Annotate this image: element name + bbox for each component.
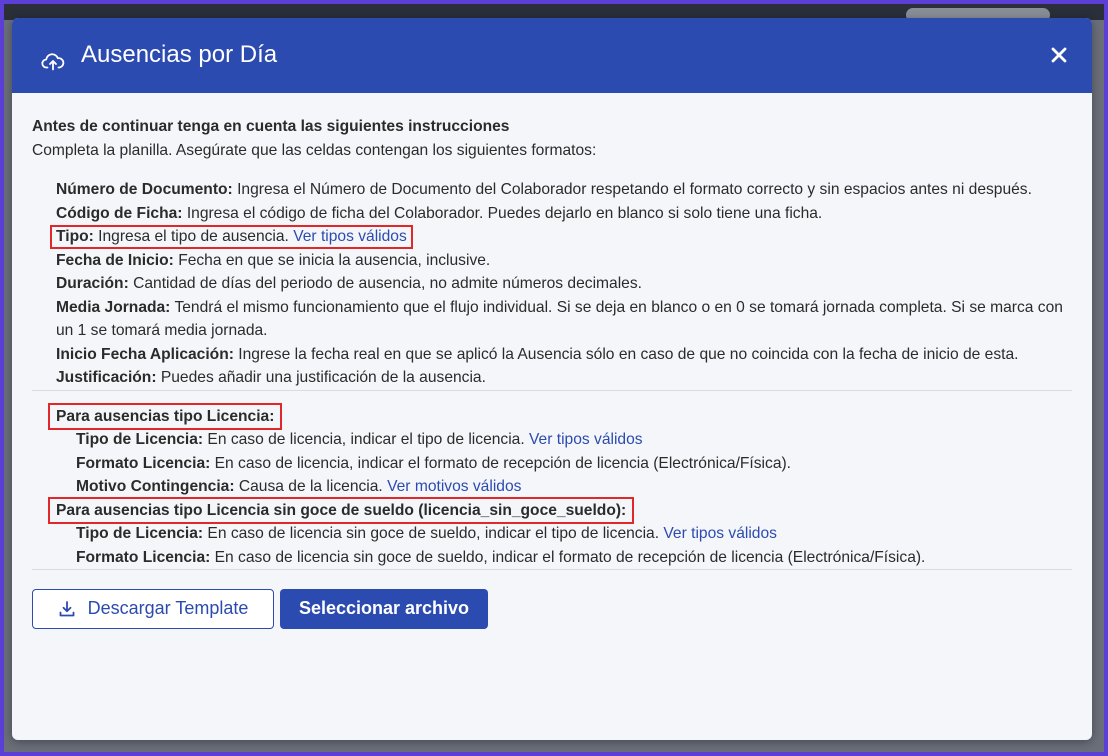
field-justificacion: Justificación: Puedes añadir una justifi… <box>56 366 1072 390</box>
field-duracion: Duración: Cantidad de días del periodo d… <box>56 272 1072 296</box>
absences-modal: Ausencias por Día Antes de continuar ten… <box>12 18 1092 740</box>
close-icon[interactable] <box>1046 42 1072 68</box>
licencia-tipo: Tipo de Licencia: En caso de licencia, i… <box>76 428 1072 452</box>
field-label: Tipo: <box>56 228 94 245</box>
highlight-box-tipo: Tipo: Ingresa el tipo de ausencia. Ver t… <box>50 225 413 249</box>
field-label: Tipo de Licencia: <box>76 525 204 542</box>
modal-body: Antes de continuar tenga en cuenta las s… <box>12 93 1092 629</box>
field-codigo-ficha: Código de Ficha: Ingresa el código de fi… <box>56 202 1072 226</box>
licencia-formato: Formato Licencia: En caso de licencia, i… <box>76 452 1072 476</box>
highlight-box-licencia-sin-goce: Para ausencias tipo Licencia sin goce de… <box>47 496 635 524</box>
field-label: Fecha de Inicio: <box>56 251 174 269</box>
field-label: Media Jornada: <box>56 298 171 316</box>
download-icon <box>59 601 75 617</box>
instructions-text: Completa la planilla. Asegúrate que las … <box>32 141 597 159</box>
modal-title: Ausencias por Día <box>81 41 278 68</box>
field-description: Tendrá el mismo funcionamiento que el fl… <box>56 298 1063 340</box>
modal-footer: Descargar Template Seleccionar archivo <box>32 570 1072 629</box>
instructions-title: Antes de continuar tenga en cuenta las s… <box>32 118 510 135</box>
licencia-sin-goce-items: Tipo de Licencia: En caso de licencia si… <box>56 522 1072 569</box>
field-description: En caso de licencia, indicar el tipo de … <box>203 431 530 448</box>
licencia-ver-tipos-link[interactable]: Ver tipos válidos <box>529 431 643 448</box>
license-sections: Para ausencias tipo Licencia: Tipo de Li… <box>32 402 1072 570</box>
field-description: En caso de licencia sin goce de sueldo, … <box>210 548 926 566</box>
field-description: Causa de la licencia. <box>234 478 388 495</box>
field-description: Ingresa el código de ficha del Colaborad… <box>182 204 823 222</box>
select-file-button[interactable]: Seleccionar archivo <box>280 589 488 629</box>
field-description: Cantidad de días del periodo de ausencia… <box>128 275 642 292</box>
field-description: Ingresa el Número de Documento del Colab… <box>232 181 1032 198</box>
field-label: Número de Documento: <box>56 181 233 198</box>
ver-tipos-validos-link[interactable]: Ver tipos válidos <box>293 228 407 245</box>
field-fecha-inicio: Fecha de Inicio: Fecha en que se inicia … <box>56 249 1072 273</box>
field-label: Motivo Contingencia: <box>76 478 235 495</box>
field-description: Fecha en que se inicia la ausencia, incl… <box>173 251 491 269</box>
licencia-sin-goce-tipo: Tipo de Licencia: En caso de licencia si… <box>76 522 1072 546</box>
licencia-motivo: Motivo Contingencia: Causa de la licenci… <box>76 475 1072 499</box>
field-list: Número de Documento: Ingresa el Número d… <box>32 178 1072 390</box>
licencia-sin-goce-heading: Para ausencias tipo Licencia sin goce de… <box>47 496 1072 524</box>
field-description: En caso de licencia, indicar el formato … <box>210 454 792 472</box>
field-description: Puedes añadir una justificación de la au… <box>156 369 486 386</box>
field-numero-documento: Número de Documento: Ingresa el Número d… <box>56 178 1072 202</box>
cloud-upload-icon <box>41 53 65 71</box>
highlight-box-licencia: Para ausencias tipo Licencia: <box>47 402 283 430</box>
licencia-items: Tipo de Licencia: En caso de licencia, i… <box>56 428 1072 499</box>
download-template-button[interactable]: Descargar Template <box>32 589 274 629</box>
licencia-sin-goce-formato: Formato Licencia: En caso de licencia si… <box>76 546 1072 570</box>
modal-header: Ausencias por Día <box>12 18 1092 93</box>
field-label: Formato Licencia: <box>76 454 211 472</box>
field-description: Ingrese la fecha real en que se aplicó l… <box>233 345 1019 363</box>
field-label: Duración: <box>56 275 129 292</box>
licencia-heading: Para ausencias tipo Licencia: <box>47 402 1072 430</box>
field-label: Tipo de Licencia: <box>76 431 204 448</box>
field-description: Ingresa el tipo de ausencia. <box>93 228 294 245</box>
field-label: Justificación: <box>56 369 157 386</box>
licencia-ver-motivos-link[interactable]: Ver motivos válidos <box>387 478 521 495</box>
field-label: Inicio Fecha Aplicación: <box>56 345 234 363</box>
field-inicio-fecha-aplicacion: Inicio Fecha Aplicación: Ingrese la fech… <box>56 343 1072 367</box>
field-tipo: Tipo: Ingresa el tipo de ausencia. Ver t… <box>50 225 1072 249</box>
download-template-label: Descargar Template <box>87 598 249 619</box>
field-label: Código de Ficha: <box>56 204 183 222</box>
field-description: En caso de licencia sin goce de sueldo, … <box>203 525 664 542</box>
divider <box>32 389 1072 391</box>
field-media-jornada: Media Jornada: Tendrá el mismo funcionam… <box>56 296 1072 343</box>
field-label: Formato Licencia: <box>76 548 211 566</box>
licencia-sin-goce-ver-tipos-link[interactable]: Ver tipos válidos <box>663 525 777 542</box>
